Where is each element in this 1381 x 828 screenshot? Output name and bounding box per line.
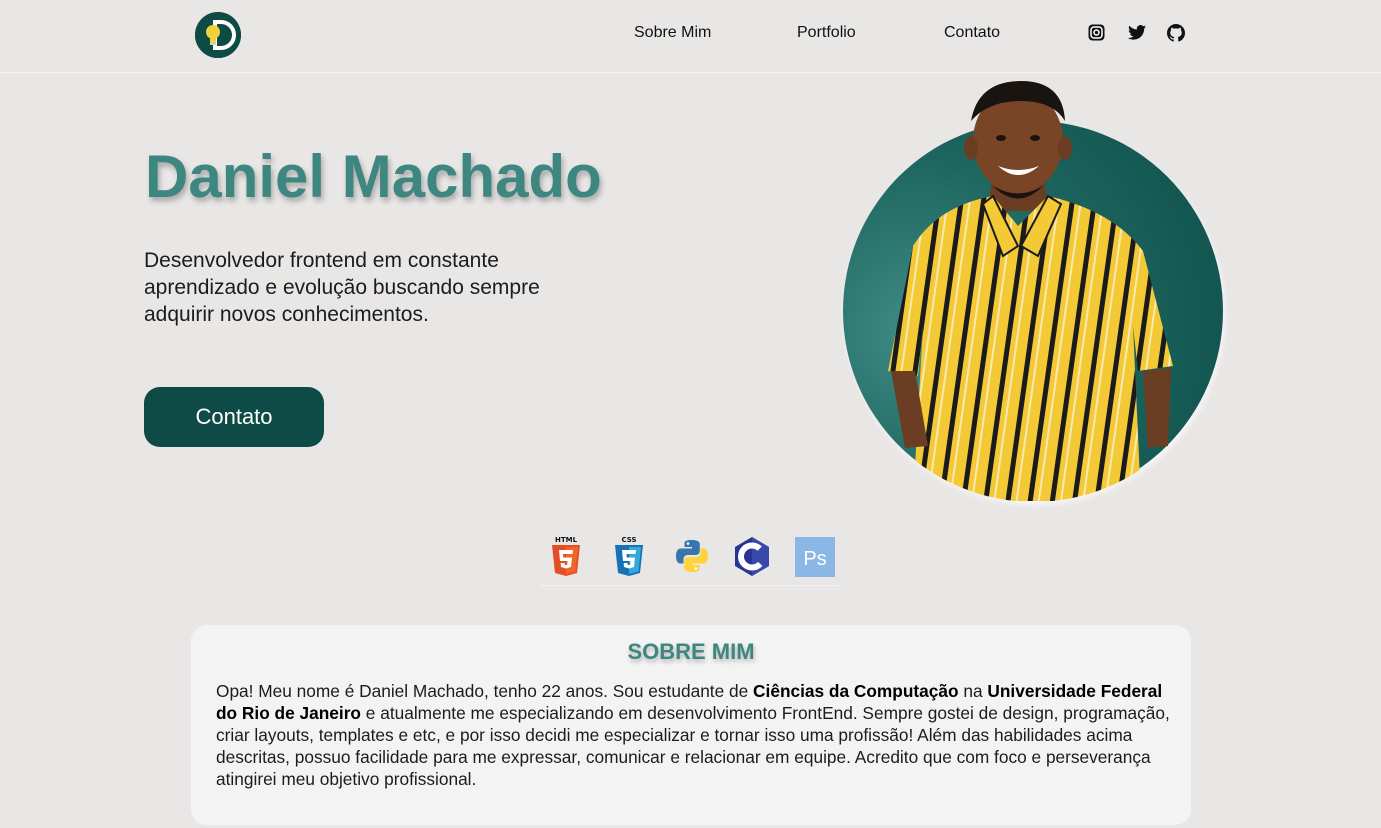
- about-course: Ciências da Computação: [753, 681, 959, 701]
- nav-link-contato[interactable]: Contato: [944, 24, 1000, 42]
- css3-icon: CSS: [615, 536, 643, 576]
- c-icon: [735, 537, 769, 576]
- html5-icon: HTML: [552, 536, 580, 576]
- svg-text:Ps: Ps: [803, 548, 826, 570]
- about-section: SOBRE MIM Opa! Meu nome é Daniel Machado…: [191, 625, 1191, 825]
- skills-icons-row: HTML CSS Ps: [540, 532, 840, 586]
- logo-lightbulb-icon: [195, 12, 241, 58]
- nav-link-sobre-mim[interactable]: Sobre Mim: [634, 24, 711, 42]
- svg-text:HTML: HTML: [555, 536, 578, 544]
- twitter-icon[interactable]: [1127, 23, 1146, 42]
- svg-text:CSS: CSS: [621, 536, 636, 544]
- nav-link-portfolio[interactable]: Portfolio: [797, 24, 856, 42]
- about-title: SOBRE MIM: [627, 639, 755, 664]
- hero-description: Desenvolvedor frontend em constante apre…: [144, 249, 540, 326]
- logo[interactable]: [195, 12, 241, 58]
- site-header: Sobre Mim Portfolio Contato: [0, 0, 1381, 73]
- python-icon: [676, 540, 708, 572]
- about-text: Opa! Meu nome é Daniel Machado, tenho 22…: [216, 681, 1170, 789]
- github-icon[interactable]: [1166, 23, 1185, 42]
- contact-button[interactable]: Contato: [144, 387, 324, 447]
- profile-photo: [843, 76, 1225, 501]
- instagram-icon[interactable]: [1087, 23, 1106, 42]
- hero-name: Daniel Machado: [145, 143, 602, 210]
- photoshop-icon: Ps: [795, 537, 835, 577]
- profile-person-illustration: [888, 81, 1173, 501]
